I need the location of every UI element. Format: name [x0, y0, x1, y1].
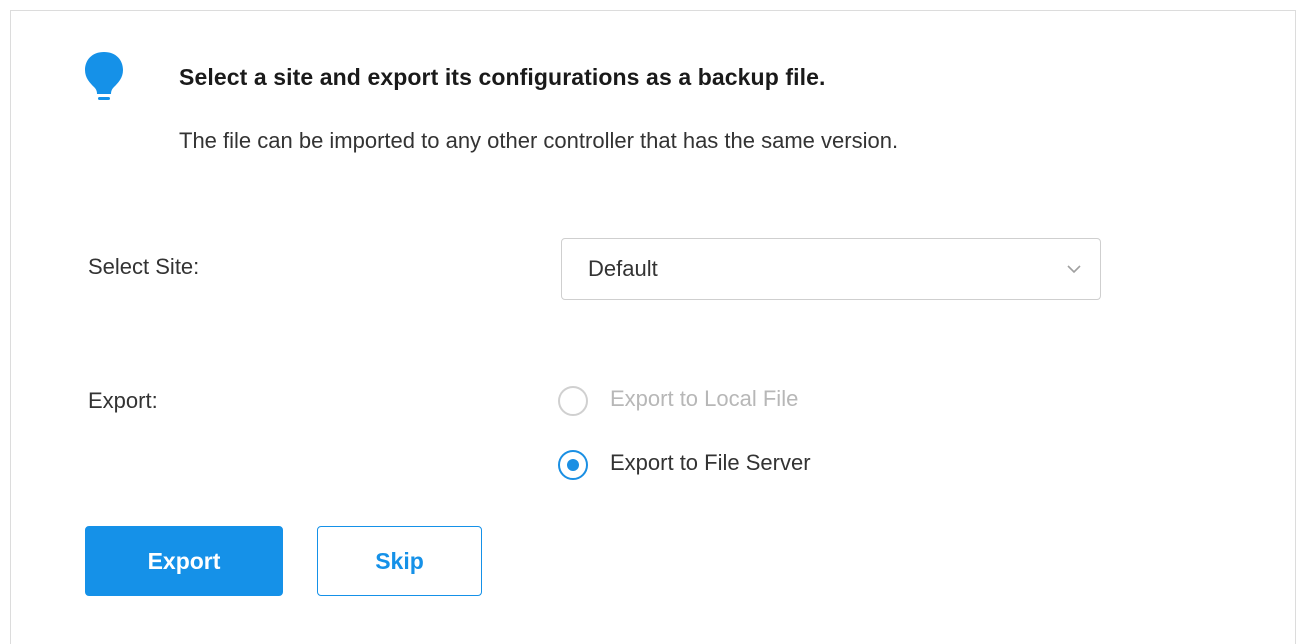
radio-button-selected[interactable] — [558, 450, 588, 480]
tip-description: The file can be imported to any other co… — [179, 128, 899, 153]
select-site-label: Select Site: — [88, 254, 200, 279]
skip-button[interactable]: Skip — [317, 526, 482, 596]
site-select[interactable]: Default — [561, 238, 1101, 300]
radio-selected-dot — [567, 459, 579, 471]
export-button[interactable]: Export — [85, 526, 283, 596]
export-file-server-label[interactable]: Export to File Server — [610, 450, 811, 476]
radio-button-unselected — [558, 386, 588, 416]
lightbulb-icon — [85, 52, 123, 100]
tip-title: Select a site and export its configurati… — [179, 64, 826, 90]
export-label: Export: — [88, 388, 158, 413]
export-local-file-label: Export to Local File — [610, 386, 799, 411]
site-select-value: Default — [588, 256, 658, 281]
chevron-down-icon — [1067, 265, 1081, 274]
